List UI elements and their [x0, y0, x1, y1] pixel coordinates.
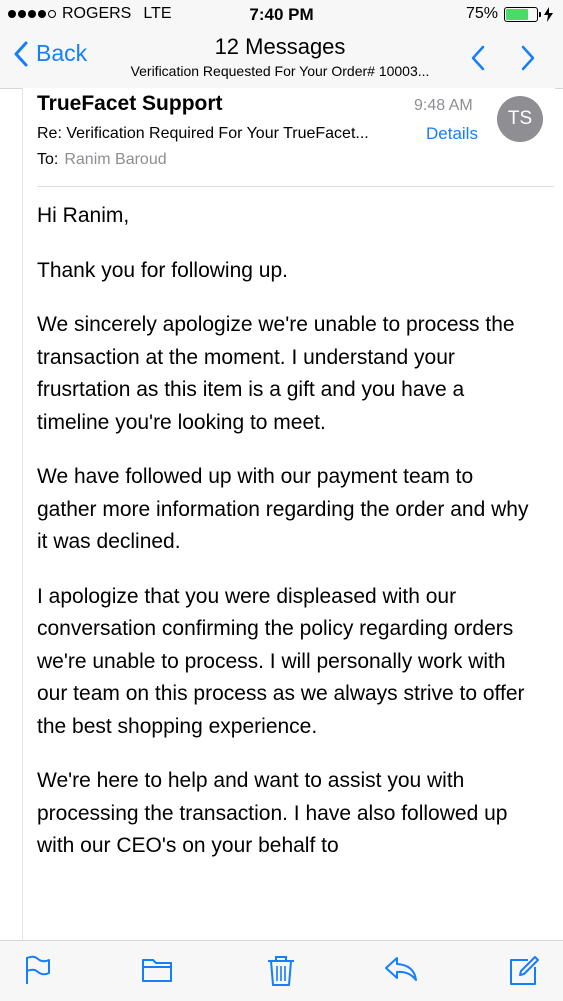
next-message-icon[interactable] — [520, 44, 536, 72]
sender-name: TrueFacet Support — [37, 92, 223, 115]
back-button[interactable]: Back — [14, 40, 87, 67]
battery-percent: 75% — [465, 5, 498, 22]
reply-icon[interactable] — [383, 955, 419, 983]
compose-icon[interactable] — [508, 955, 540, 987]
body-paragraph: Thank you for following up. — [37, 258, 288, 282]
chevron-left-icon — [14, 41, 28, 66]
flag-icon[interactable] — [24, 955, 52, 985]
body-paragraph: We sincerely apologize we're unable to p… — [37, 313, 515, 434]
battery-icon — [504, 6, 541, 22]
nav-subtitle: Verification Requested For Your Order# 1… — [130, 63, 430, 79]
message-subject: Re: Verification Required For Your TrueF… — [37, 125, 369, 142]
body-paragraph: We have followed up with our payment tea… — [37, 465, 529, 553]
previous-message-icon[interactable] — [470, 44, 486, 72]
charging-bolt-icon — [544, 6, 553, 22]
body-paragraph: I apologize that you were displeased wit… — [37, 584, 525, 738]
trash-icon[interactable] — [266, 955, 296, 987]
back-label: Back — [36, 40, 88, 66]
avatar[interactable]: TS — [497, 96, 543, 142]
details-link[interactable]: Details — [426, 124, 478, 144]
body-paragraph: Hi Ranim, — [37, 204, 130, 227]
header-divider — [37, 186, 554, 187]
status-right: 75% — [466, 5, 553, 23]
status-bar: ROGERS LTE 7:40 PM 75% — [0, 0, 563, 30]
message-body: Hi Ranim, Thank you for following up. We… — [37, 200, 537, 885]
message-time: 9:48 AM — [414, 97, 473, 114]
navigation-bar: Back 12 Messages Verification Requested … — [0, 30, 563, 89]
to-line: To: Ranim Baroud — [37, 151, 167, 169]
to-label: To: — [37, 151, 59, 168]
body-paragraph: We're here to help and want to assist yo… — [37, 769, 508, 857]
bottom-toolbar — [0, 940, 563, 1001]
nav-title: 12 Messages — [214, 34, 346, 59]
folder-icon[interactable] — [141, 955, 173, 983]
recipient-name[interactable]: Ranim Baroud — [64, 151, 166, 168]
